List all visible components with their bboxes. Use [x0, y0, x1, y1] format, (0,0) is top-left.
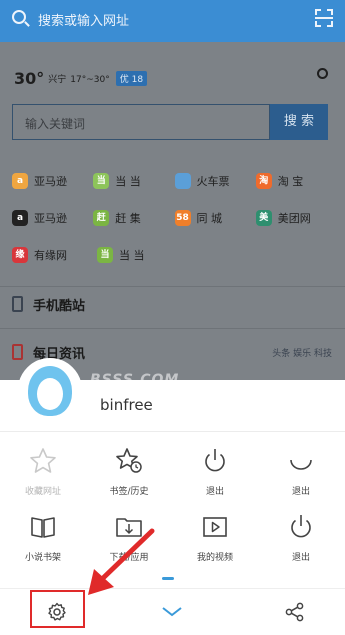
weather-temp: 30° — [14, 69, 45, 88]
user-profile[interactable]: binfree — [0, 358, 345, 432]
menu-item[interactable]: 退出 — [258, 440, 344, 506]
chevron-down-icon — [162, 607, 182, 617]
browser-home-page: 搜索或输入网址 30° 兴宁 17°~30° 优 18 输入关键词 搜 索 a亚… — [0, 0, 345, 380]
moon-icon — [286, 446, 316, 476]
scan-icon[interactable] — [315, 9, 333, 27]
quick-link-label: 亚马逊 — [34, 211, 67, 225]
quick-link-label: 当 当 — [115, 174, 141, 188]
quick-links-row: 缘有缘网当当 当 — [12, 236, 337, 273]
quick-link-label: 有缘网 — [34, 248, 67, 262]
search-icon — [12, 10, 26, 24]
quick-link-label: 赶 集 — [115, 211, 141, 225]
avatar[interactable] — [18, 358, 82, 422]
keyword-placeholder: 输入关键词 — [25, 117, 86, 131]
red-arrow-icon — [88, 528, 155, 595]
quick-link-label: 火车票 — [196, 174, 230, 188]
site-logo-icon: 当 — [93, 172, 110, 189]
site-logo-icon: 美 — [255, 209, 272, 226]
power-icon — [286, 512, 316, 542]
menu-item[interactable]: 小说书架 — [0, 506, 86, 572]
weather-icon — [317, 68, 331, 79]
menu-row: 收藏网址 书签/历史 退出 退出 — [0, 440, 345, 506]
site-logo-icon: 当 — [97, 246, 113, 263]
highlight-box — [30, 590, 85, 628]
address-bar[interactable]: 搜索或输入网址 — [0, 0, 345, 42]
news-icon — [12, 344, 23, 360]
site-logo-icon: a — [12, 172, 28, 189]
menu-item-label: 收藏网址 — [24, 487, 61, 497]
menu-item[interactable]: 我的视频 — [172, 506, 258, 572]
quick-links-row: a 亚马逊赶赶 集 58 同 城美美团网 — [12, 199, 337, 236]
quick-link[interactable]: 赶赶 集 — [93, 209, 174, 226]
quick-link[interactable]: 当当 当 — [93, 172, 174, 189]
section-title: 手机酷站 — [33, 298, 86, 314]
site-logo-icon: 58 — [174, 209, 191, 226]
site-logo-icon: a — [12, 209, 28, 226]
menu-item-label: 小说书架 — [24, 553, 61, 563]
sun-icon — [317, 68, 328, 79]
menu-item[interactable]: 退出 — [172, 440, 258, 506]
quick-links-grid: a 亚马逊当当 当火车票淘淘 宝 a 亚马逊赶赶 集 58 同 城美美团网缘有缘网当当 当 — [12, 162, 337, 273]
quick-link[interactable]: 火车票 — [174, 172, 256, 189]
site-logo-icon: 缘 — [12, 246, 28, 263]
air-quality-badge: 优 18 — [115, 71, 148, 86]
quick-link-label: 当 当 — [119, 248, 145, 262]
quick-link[interactable]: 58 同 城 — [174, 209, 256, 226]
quick-link-label: 淘 宝 — [277, 174, 304, 188]
star-icon — [28, 446, 58, 476]
menu-item-label: 退出 — [205, 487, 224, 497]
address-placeholder[interactable]: 搜索或输入网址 — [38, 10, 129, 29]
site-logo-icon — [174, 172, 191, 189]
weather-city: 兴宁 — [48, 75, 67, 85]
menu-item-label: 我的视频 — [196, 553, 233, 563]
quick-links-row: a 亚马逊 当当 当 火车票 淘淘 宝 — [12, 162, 337, 199]
power-icon — [200, 446, 230, 476]
menu-item[interactable]: 退出 — [258, 506, 344, 572]
menu-row: 小说书架 下载/应用 我的视频 退出 — [0, 506, 345, 572]
video-icon — [200, 512, 230, 542]
quick-link[interactable]: 淘淘 宝 — [255, 172, 337, 189]
quick-link-label: 美团网 — [277, 211, 311, 225]
quick-link-label: 同 城 — [196, 211, 223, 225]
menu-item[interactable]: 收藏网址 — [0, 440, 86, 506]
bookmark-history-icon — [114, 446, 144, 476]
menu-item-label: 退出 — [291, 553, 310, 563]
book-icon — [28, 512, 58, 542]
phone-icon — [12, 296, 23, 312]
weather-widget[interactable]: 30° 兴宁 17°~30° 优 18 — [14, 64, 148, 88]
news-categories[interactable]: 头条 娱乐 科技 — [272, 346, 332, 359]
share-icon — [285, 602, 304, 622]
site-logo-icon: 淘 — [255, 172, 272, 189]
menu-item-label: 退出 — [291, 487, 310, 497]
page-indicator — [162, 577, 174, 580]
quick-link[interactable]: a 亚马逊 — [12, 172, 93, 189]
weather-range: 17°~30° — [70, 75, 110, 85]
search-button[interactable]: 搜 索 — [270, 104, 328, 140]
menu-item-label: 书签/历史 — [109, 487, 149, 497]
quick-link[interactable]: 缘有缘网 — [12, 246, 97, 263]
menu-grid: 收藏网址 书签/历史 退出 退出 小说书架 下载/应用 我的视频 退出 — [0, 440, 345, 572]
quick-link[interactable]: a 亚马逊 — [12, 209, 93, 226]
quick-link[interactable]: 当当 当 — [97, 246, 182, 263]
share-button[interactable] — [265, 589, 325, 635]
keyword-search-input[interactable]: 输入关键词 — [12, 104, 270, 140]
site-logo-icon: 赶 — [93, 209, 110, 226]
section-mobile-sites[interactable]: 手机酷站 — [12, 290, 332, 318]
quick-link-label: 亚马逊 — [34, 174, 67, 188]
menu-item[interactable]: 书签/历史 — [86, 440, 172, 506]
quick-link[interactable]: 美美团网 — [255, 209, 337, 226]
username: binfree — [100, 396, 153, 414]
